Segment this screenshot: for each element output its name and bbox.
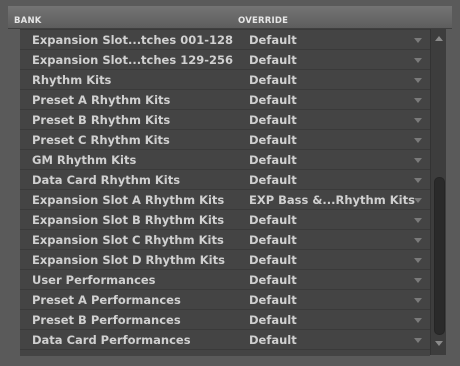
table-row[interactable]: Expansion Slot A Rhythm Kits EXP Bass &..…: [20, 190, 430, 210]
chevron-down-icon[interactable]: [414, 58, 422, 63]
bank-list: Expansion Slot...tches 001-128 Default Exp…: [20, 29, 430, 356]
override-select[interactable]: Default: [249, 33, 297, 47]
bank-name: Expansion Slot B Rhythm Kits: [32, 213, 225, 227]
bank-name: Expansion Slot...tches 001-128: [32, 33, 233, 47]
table-row[interactable]: Expansion Slot B Rhythm Kits Default: [20, 210, 430, 230]
table-row[interactable]: Expansion Slot...tches 001-128 Default: [20, 30, 430, 50]
table-row[interactable]: Expansion Slot C Rhythm Kits Default: [20, 230, 430, 250]
table-row[interactable]: User Performances Default: [20, 270, 430, 290]
chevron-down-icon[interactable]: [414, 238, 422, 243]
bank-column-header[interactable]: BANK: [14, 16, 42, 26]
table-row[interactable]: Expansion Slot D Rhythm Kits Default: [20, 250, 430, 270]
override-select[interactable]: Default: [249, 253, 297, 267]
table-row[interactable]: Rhythm Kits Default: [20, 70, 430, 90]
chevron-down-icon[interactable]: [414, 78, 422, 83]
table-row[interactable]: Expansion Slot...tches 129-256 Default: [20, 50, 430, 70]
chevron-down-icon[interactable]: [414, 98, 422, 103]
bank-name: Preset A Rhythm Kits: [32, 93, 171, 107]
override-select[interactable]: Default: [249, 53, 297, 67]
bank-name: Rhythm Kits: [32, 73, 112, 87]
chevron-down-icon[interactable]: [414, 38, 422, 43]
override-select[interactable]: Default: [249, 93, 297, 107]
override-select[interactable]: Default: [249, 213, 297, 227]
table-row[interactable]: Preset A Rhythm Kits Default: [20, 90, 430, 110]
override-select[interactable]: EXP Bass &...Rhythm Kits: [249, 193, 415, 207]
chevron-down-icon[interactable]: [414, 118, 422, 123]
bank-name: Data Card Performances: [32, 333, 191, 347]
scroll-up-icon[interactable]: [435, 36, 443, 41]
override-select[interactable]: Default: [249, 333, 297, 347]
chevron-down-icon[interactable]: [414, 278, 422, 283]
chevron-down-icon[interactable]: [414, 258, 422, 263]
override-select[interactable]: Default: [249, 273, 297, 287]
chevron-down-icon[interactable]: [414, 198, 422, 203]
chevron-down-icon[interactable]: [414, 218, 422, 223]
chevron-down-icon[interactable]: [414, 178, 422, 183]
table-row[interactable]: Preset B Performances Default: [20, 310, 430, 330]
table-row[interactable]: Preset A Performances Default: [20, 290, 430, 310]
table-row[interactable]: Preset C Rhythm Kits Default: [20, 130, 430, 150]
override-select[interactable]: Default: [249, 293, 297, 307]
bank-name: Preset A Performances: [32, 293, 181, 307]
override-select[interactable]: Default: [249, 153, 297, 167]
chevron-down-icon[interactable]: [414, 318, 422, 323]
bank-name: Expansion Slot A Rhythm Kits: [32, 193, 225, 207]
bank-name: User Performances: [32, 273, 156, 287]
bank-name: Expansion Slot...tches 129-256: [32, 53, 233, 67]
override-select[interactable]: Default: [249, 173, 297, 187]
scroll-down-icon[interactable]: [435, 341, 443, 346]
chevron-down-icon[interactable]: [414, 158, 422, 163]
override-column-header[interactable]: OVERRIDE: [238, 16, 288, 26]
bank-name: Expansion Slot D Rhythm Kits: [32, 253, 225, 267]
override-select[interactable]: Default: [249, 313, 297, 327]
chevron-down-icon[interactable]: [414, 298, 422, 303]
override-select[interactable]: Default: [249, 133, 297, 147]
scrollbar-thumb[interactable]: [434, 177, 445, 335]
bank-name: Preset C Rhythm Kits: [32, 133, 170, 147]
vertical-scrollbar[interactable]: [430, 29, 447, 355]
chevron-down-icon[interactable]: [414, 138, 422, 143]
bank-name: Data Card Rhythm Kits: [32, 173, 181, 187]
bank-name: Preset B Performances: [32, 313, 181, 327]
override-select[interactable]: Default: [249, 233, 297, 247]
override-select[interactable]: Default: [249, 113, 297, 127]
bank-override-panel: BANK OVERRIDE Expansion Slot...tches 001…: [0, 0, 460, 366]
bank-name: Preset B Rhythm Kits: [32, 113, 171, 127]
panel-edge: [446, 29, 452, 355]
bank-name: GM Rhythm Kits: [32, 153, 137, 167]
chevron-down-icon[interactable]: [414, 338, 422, 343]
table-row[interactable]: Preset B Rhythm Kits Default: [20, 110, 430, 130]
bank-name: Expansion Slot C Rhythm Kits: [32, 233, 224, 247]
table-header: BANK OVERRIDE: [8, 6, 452, 29]
table-row[interactable]: Data Card Performances Default: [20, 330, 430, 350]
table-row[interactable]: Data Card Rhythm Kits Default: [20, 170, 430, 190]
table-row[interactable]: GM Rhythm Kits Default: [20, 150, 430, 170]
override-select[interactable]: Default: [249, 73, 297, 87]
